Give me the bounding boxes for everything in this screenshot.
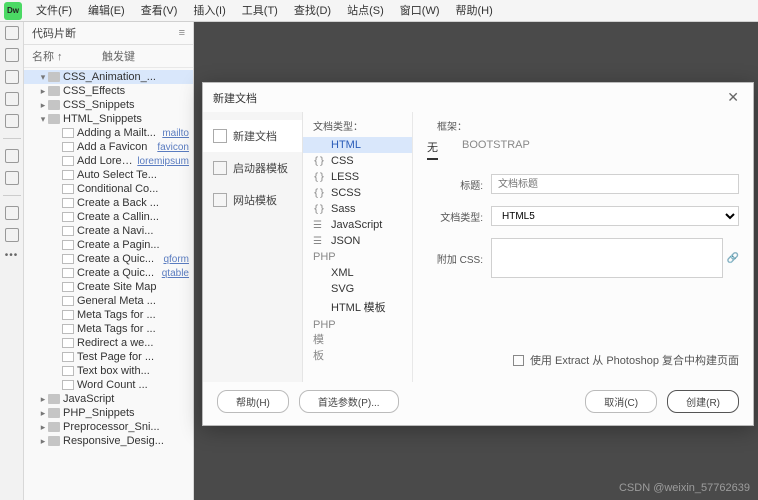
tree-file[interactable]: Add Loreum I...loremipsum — [24, 154, 193, 168]
doctype-item[interactable]: {}Sass — [303, 201, 412, 217]
tree-file[interactable]: Adding a Mailt...mailto — [24, 126, 193, 140]
doctype-item[interactable]: PHP 模板 — [303, 317, 412, 365]
tree-file[interactable]: Create a Callin... — [24, 210, 193, 224]
cancel-button[interactable]: 取消(C) — [585, 390, 657, 413]
link-icon[interactable]: 🔗 — [727, 253, 739, 264]
tree-file[interactable]: Create a Pagin... — [24, 238, 193, 252]
app-logo: Dw — [4, 2, 22, 20]
doctype-item[interactable]: SVG — [303, 281, 412, 297]
menu-item[interactable]: 站点(S) — [339, 0, 392, 22]
menu-item[interactable]: 工具(T) — [234, 0, 286, 22]
watermark: CSDN @weixin_57762639 — [619, 482, 750, 494]
tool-icon[interactable] — [5, 206, 19, 220]
tree-file[interactable]: Create a Back ... — [24, 196, 193, 210]
doctype-item[interactable]: {}SCSS — [303, 185, 412, 201]
create-button[interactable]: 创建(R) — [667, 390, 739, 413]
framework-header: 框架： — [427, 116, 739, 137]
menu-item[interactable]: 插入(I) — [185, 0, 233, 22]
extract-label: 使用 Extract 从 Photoshop 复合中构建页面 — [530, 352, 739, 368]
tool-icon[interactable] — [5, 149, 19, 163]
dialog-titlebar: 新建文档 ✕ — [203, 83, 753, 112]
tree-file[interactable]: General Meta ... — [24, 294, 193, 308]
menu-item[interactable]: 窗口(W) — [392, 0, 448, 22]
tree-folder[interactable]: ▸Responsive_Desig... — [24, 434, 193, 448]
doctype-item[interactable]: XML — [303, 265, 412, 281]
tree-file[interactable]: Create a Quic...qform — [24, 252, 193, 266]
framework-tab[interactable]: 无 — [427, 139, 438, 160]
tree-file[interactable]: Auto Select Te... — [24, 168, 193, 182]
tree-file[interactable]: Meta Tags for ... — [24, 322, 193, 336]
tree-file[interactable]: Redirect a we... — [24, 336, 193, 350]
doctype-item[interactable]: {}CSS — [303, 153, 412, 169]
menubar: Dw 文件(F)编辑(E)查看(V)插入(I)工具(T)查找(D)站点(S)窗口… — [0, 0, 758, 22]
doctype-label: 文档类型: — [427, 209, 491, 224]
prefs-button[interactable]: 首选参数(P)... — [299, 390, 399, 413]
panel-menu-icon[interactable]: ≡ — [179, 27, 185, 39]
snippet-tree: ▾CSS_Animation_...▸CSS_Effects▸CSS_Snipp… — [24, 68, 193, 500]
dialog-category[interactable]: 网站模板 — [203, 184, 302, 216]
tree-folder[interactable]: ▸Preprocessor_Sni... — [24, 420, 193, 434]
tree-file[interactable]: Create Site Map — [24, 280, 193, 294]
doctype-item[interactable]: PHP — [303, 249, 412, 265]
new-document-dialog: 新建文档 ✕ 新建文档启动器模板网站模板 文档类型： HTML{}CSS{}LE… — [202, 82, 754, 426]
title-label: 标题: — [427, 177, 491, 192]
tool-icon[interactable] — [5, 171, 19, 185]
menu-item[interactable]: 查找(D) — [286, 0, 339, 22]
tree-folder[interactable]: ▸PHP_Snippets — [24, 406, 193, 420]
close-icon[interactable]: ✕ — [723, 89, 743, 106]
tree-file[interactable]: Text box with... — [24, 364, 193, 378]
menu-item[interactable]: 帮助(H) — [448, 0, 501, 22]
dialog-categories: 新建文档启动器模板网站模板 — [203, 112, 303, 382]
doctype-select[interactable]: HTML5 — [491, 206, 739, 226]
tree-file[interactable]: Add a Faviconfavicon — [24, 140, 193, 154]
doctype-header: 文档类型： — [303, 116, 412, 137]
doctype-list: 文档类型： HTML{}CSS{}LESS{}SCSS{}Sass☰JavaSc… — [303, 112, 413, 382]
tree-file[interactable]: Create a Navi... — [24, 224, 193, 238]
more-icon[interactable]: ••• — [5, 250, 19, 261]
menu-item[interactable]: 查看(V) — [133, 0, 186, 22]
panel-tab[interactable]: 代码片断 ≡ — [24, 22, 193, 45]
tree-folder[interactable]: ▸CSS_Effects — [24, 84, 193, 98]
menu-item[interactable]: 文件(F) — [28, 0, 80, 22]
tree-file[interactable]: Test Page for ... — [24, 350, 193, 364]
doctype-item[interactable]: HTML — [303, 137, 412, 153]
doctype-item[interactable]: HTML 模板 — [303, 297, 412, 317]
tree-file[interactable]: Create a Quic...qtable — [24, 266, 193, 280]
tree-file[interactable]: Conditional Co... — [24, 182, 193, 196]
css-label: 附加 CSS: — [427, 251, 491, 266]
dialog-category[interactable]: 启动器模板 — [203, 152, 302, 184]
tool-icon[interactable] — [5, 114, 19, 128]
tree-file[interactable]: Word Count ... — [24, 378, 193, 392]
tree-folder[interactable]: ▾HTML_Snippets — [24, 112, 193, 126]
tree-folder[interactable]: ▾CSS_Animation_... — [24, 70, 193, 84]
dialog-category[interactable]: 新建文档 — [203, 120, 302, 152]
framework-tab[interactable]: BOOTSTRAP — [462, 139, 530, 160]
doctype-item[interactable]: {}LESS — [303, 169, 412, 185]
tool-strip: ••• — [0, 22, 24, 500]
tool-icon[interactable] — [5, 92, 19, 106]
doctype-item[interactable]: ☰JSON — [303, 233, 412, 249]
snippets-panel: 代码片断 ≡ 名称 ↑ 触发键 ▾CSS_Animation_...▸CSS_E… — [24, 22, 194, 500]
tree-file[interactable]: Meta Tags for ... — [24, 308, 193, 322]
tree-folder[interactable]: ▸CSS_Snippets — [24, 98, 193, 112]
help-button[interactable]: 帮助(H) — [217, 390, 289, 413]
tool-icon[interactable] — [5, 48, 19, 62]
panel-header: 名称 ↑ 触发键 — [24, 45, 193, 68]
tool-icon[interactable] — [5, 70, 19, 84]
extract-checkbox[interactable] — [513, 355, 524, 366]
tree-folder[interactable]: ▸JavaScript — [24, 392, 193, 406]
tool-icon[interactable] — [5, 228, 19, 242]
menu-item[interactable]: 编辑(E) — [80, 0, 133, 22]
css-attach-input[interactable] — [491, 238, 723, 278]
doctype-item[interactable]: ☰JavaScript — [303, 217, 412, 233]
tool-icon[interactable] — [5, 26, 19, 40]
title-input[interactable] — [491, 174, 739, 194]
dialog-title: 新建文档 — [213, 90, 257, 106]
